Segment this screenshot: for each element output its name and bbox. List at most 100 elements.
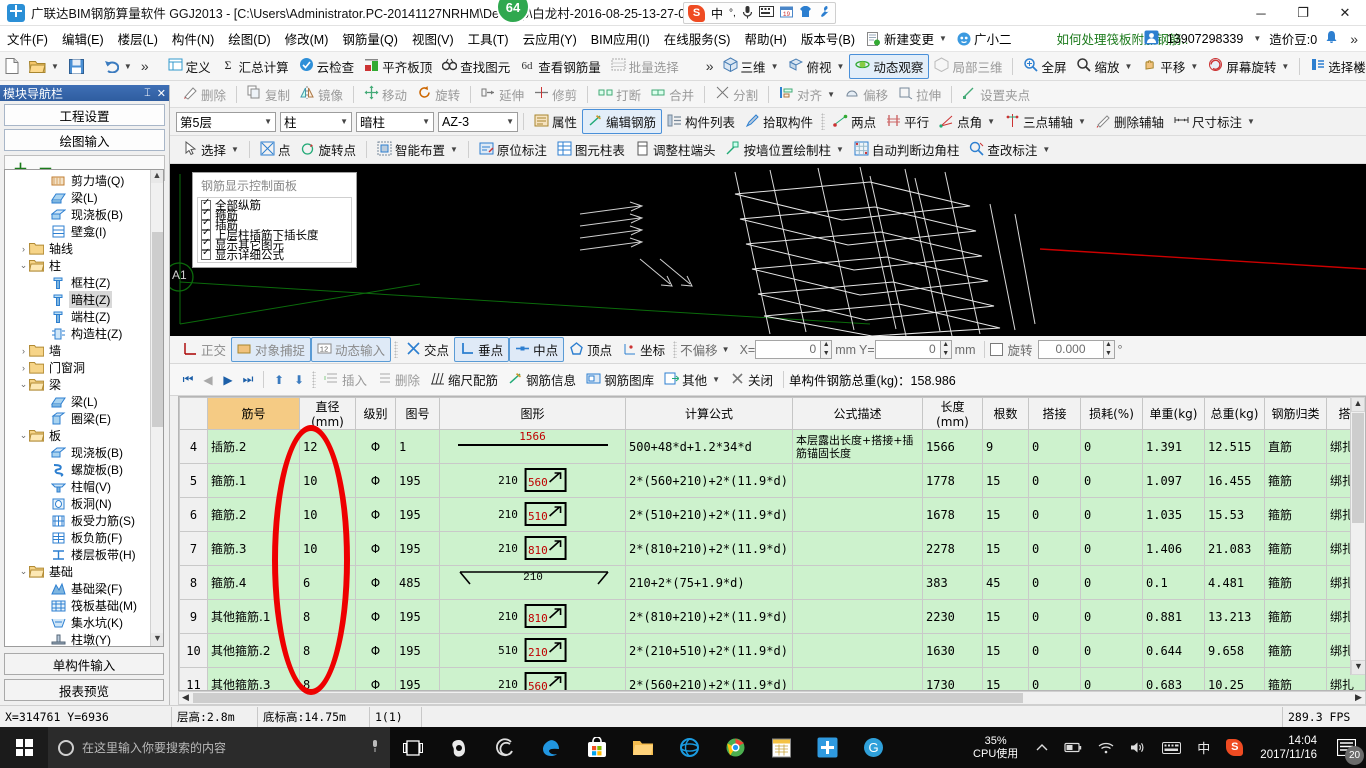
cell-diameter[interactable]: 10: [299, 463, 356, 498]
cell-grade[interactable]: Φ: [355, 429, 396, 464]
cell-rebar-name[interactable]: 箍筋.2: [207, 497, 300, 532]
edit-trim-button[interactable]: 修剪: [529, 83, 582, 106]
cell-diameter[interactable]: 8: [299, 599, 356, 634]
tree-item-8[interactable]: 端柱(Z): [7, 308, 163, 325]
cell-lap[interactable]: 0: [1028, 531, 1081, 566]
rebar-other-button[interactable]: 其他 ▼: [659, 368, 725, 391]
tree-item-24[interactable]: 基础梁(F): [7, 580, 163, 597]
cell-row-number[interactable]: 9: [179, 599, 208, 634]
nav-button-single-member-input[interactable]: 单构件输入: [4, 653, 164, 675]
maximize-button[interactable]: ❐: [1282, 0, 1324, 26]
cell-rebar-name[interactable]: 插筋.2: [207, 429, 300, 464]
cell-grade[interactable]: Φ: [355, 497, 396, 532]
tree-expander-icon[interactable]: ⌄: [18, 260, 29, 271]
edit-merge-button[interactable]: 合并: [646, 83, 699, 106]
toolbar-orbit-button[interactable]: 动态观察: [849, 53, 930, 79]
tree-item-1[interactable]: 梁(L): [7, 189, 163, 206]
cell-figure-no[interactable]: 1: [395, 429, 440, 464]
cell-count[interactable]: 15: [982, 497, 1029, 532]
toolbar-cube-button[interactable]: 三维 ▼: [718, 55, 784, 78]
table-row[interactable]: 8 箍筋.4 6 Φ 485 210 210+2*(75+1.9*d) 383 45 0 0 0.1 4…: [179, 565, 1365, 600]
cell-diameter[interactable]: 12: [299, 429, 356, 464]
prev-record-button[interactable]: ◀: [198, 373, 218, 387]
draw-auto-corner-column-button[interactable]: 自动判断边角柱: [849, 138, 965, 161]
microphone-icon[interactable]: [742, 5, 753, 22]
column-header-13[interactable]: 总重(kg): [1204, 397, 1265, 430]
chevron-down-icon[interactable]: ▼: [827, 90, 835, 99]
cell-formula[interactable]: 2*(560+210)+2*(11.9*d): [625, 463, 793, 498]
member-point-angle-button[interactable]: 点角 ▼: [934, 110, 1000, 133]
mic-icon[interactable]: [370, 739, 380, 756]
search-input[interactable]: 在这里输入你要搜索的内容: [82, 739, 362, 756]
cell-length[interactable]: 2230: [922, 599, 983, 634]
cell-total-weight[interactable]: 10.25: [1204, 667, 1265, 690]
cell-description[interactable]: [792, 599, 923, 634]
cell-total-weight[interactable]: 9.658: [1204, 633, 1265, 668]
tree-expander-icon[interactable]: ›: [18, 363, 29, 373]
cell-rebar-name[interactable]: 其他箍筋.1: [207, 599, 300, 634]
toolbar-define-button[interactable]: 定义: [163, 55, 216, 78]
cell-figure-no[interactable]: 195: [395, 497, 440, 532]
column-header-2[interactable]: 直径(mm): [299, 397, 356, 430]
column-header-1[interactable]: 筋号: [207, 397, 300, 430]
chevron-down-icon[interactable]: ▼: [1078, 117, 1086, 126]
cell-lap[interactable]: 0: [1028, 633, 1081, 668]
table-scroll-thumb[interactable]: [1352, 413, 1364, 523]
table-horizontal-scrollbar[interactable]: ◀ ▶: [178, 691, 1366, 705]
edit-extend-button[interactable]: 延伸: [476, 83, 529, 106]
tree-item-26[interactable]: 集水坑(K): [7, 614, 163, 631]
save-button[interactable]: [64, 57, 89, 76]
cell-diameter[interactable]: 10: [299, 497, 356, 532]
snap-dynamic-input-button[interactable]: 12 动态输入: [311, 337, 392, 362]
ime-toolbar[interactable]: S 中 °, 19: [683, 2, 836, 24]
toolbar-pan-button[interactable]: 平移 ▼: [1137, 55, 1203, 78]
cell-formula[interactable]: 210+2*(75+1.9*d): [625, 565, 793, 600]
draw-cursor-button[interactable]: 选择 ▼: [178, 138, 244, 161]
tree-item-16[interactable]: 现浇板(B): [7, 444, 163, 461]
cell-rebar-name[interactable]: 箍筋.3: [207, 531, 300, 566]
tree-item-4[interactable]: › 轴线: [7, 240, 163, 257]
snap-midpoint-button[interactable]: 中点: [509, 337, 565, 362]
table-hscroll-thumb[interactable]: [193, 693, 1023, 703]
cell-count[interactable]: 15: [982, 667, 1029, 690]
cell-total-weight[interactable]: 4.481: [1204, 565, 1265, 600]
rebar-close-panel-button[interactable]: 关闭: [725, 368, 778, 391]
toolbar-screen-rotate-button[interactable]: 屏幕旋转 ▼: [1203, 55, 1294, 78]
cell-shape[interactable]: 210 810: [439, 531, 626, 566]
table-row[interactable]: 7 箍筋.3 10 Φ 195 210 810 2*(810+210)+2*(11.9*d) 2…: [179, 531, 1365, 566]
snap-ortho-button[interactable]: 正交: [178, 338, 231, 361]
y-input[interactable]: 0: [874, 340, 941, 359]
tree-expander-icon[interactable]: ⌄: [18, 430, 29, 441]
edge-icon[interactable]: [528, 727, 574, 768]
account-chevron-down-icon[interactable]: ▼: [1253, 34, 1261, 43]
table-scroll-left-icon[interactable]: ◀: [179, 692, 192, 704]
volume-icon[interactable]: [1122, 741, 1154, 754]
rebar-table[interactable]: 筋号 直径(mm) 级别 图号 图形 计算公式 公式描述 长度(mm) 根数 搭接 损耗(%) 单重(…: [178, 396, 1366, 691]
cell-count[interactable]: 9: [982, 429, 1029, 464]
tree-item-6[interactable]: 框柱(Z): [7, 274, 163, 291]
edit-rotate-button[interactable]: 旋转: [412, 83, 465, 106]
checkbox-icon[interactable]: [201, 247, 211, 260]
explorer-icon[interactable]: [620, 727, 666, 768]
cell-row-number[interactable]: 6: [179, 497, 208, 532]
edit-break-button[interactable]: 打断: [593, 83, 646, 106]
draw-inplace-note-button[interactable]: 原位标注: [474, 138, 552, 161]
open-chevron-down-icon[interactable]: ▼: [51, 62, 59, 71]
tree-item-10[interactable]: › 墙: [7, 342, 163, 359]
tree-scroll-thumb[interactable]: [152, 232, 163, 427]
next-record-button[interactable]: ▶: [218, 373, 238, 387]
wifi-icon[interactable]: [1090, 742, 1122, 754]
plus-app-icon[interactable]: [804, 727, 850, 768]
menu-12[interactable]: 在线服务(S): [657, 26, 738, 51]
cell-total-weight[interactable]: 16.455: [1204, 463, 1265, 498]
draw-point-button[interactable]: 点: [255, 138, 296, 161]
cell-grade[interactable]: Φ: [355, 463, 396, 498]
cell-row-number[interactable]: 10: [179, 633, 208, 668]
snap-coordinate-button[interactable]: 坐标: [617, 338, 670, 361]
chevron-down-icon[interactable]: ▼: [1247, 117, 1255, 126]
cell-lap[interactable]: 0: [1028, 463, 1081, 498]
new-file-button[interactable]: [0, 56, 24, 76]
menu-8[interactable]: 视图(V): [405, 26, 461, 51]
member-dimension-button[interactable]: 尺寸标注 ▼: [1169, 110, 1260, 133]
cell-unit-weight[interactable]: 1.035: [1142, 497, 1205, 532]
